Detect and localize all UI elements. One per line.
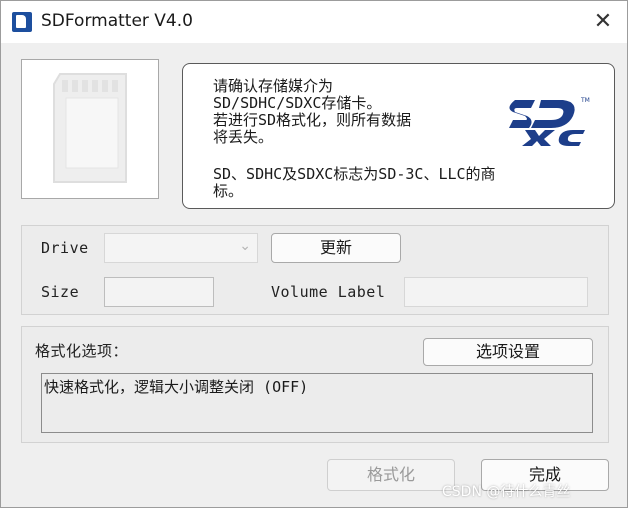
- refresh-button[interactable]: 更新: [271, 233, 401, 263]
- warning-text: 请确认存储媒介为 SD/SDHC/SDXC存储卡。 若进行SD格式化，则所有数据…: [213, 77, 412, 146]
- svg-text:TM: TM: [580, 97, 590, 104]
- sd-card-app-icon: [12, 12, 32, 32]
- trademark-text: SD、SDHC及SDXC标志为SD-3C、LLC的商 标。: [213, 165, 496, 200]
- window-title: SDFormatter V4.0: [41, 11, 193, 31]
- format-options-heading: 格式化选项：: [35, 342, 129, 360]
- close-icon[interactable]: ✕: [581, 5, 625, 39]
- format-options-summary: 快速格式化，逻辑大小调整关闭 (OFF): [41, 373, 593, 433]
- sdformatter-window: SDFormatter V4.0 ✕ 请确认存储媒介为 SD/SDHC/SDXC…: [0, 0, 628, 508]
- format-options-summary-text: 快速格式化，逻辑大小调整关闭 (OFF): [44, 378, 309, 396]
- volume-label-field: [404, 277, 588, 307]
- sd-card-image: [21, 59, 159, 199]
- title-bar: SDFormatter V4.0 ✕: [1, 1, 627, 43]
- csdn-watermark: CSDN @待什么青丝: [442, 484, 571, 500]
- size-label: Size: [41, 283, 80, 301]
- option-settings-button[interactable]: 选项设置: [423, 338, 593, 366]
- size-field: [104, 277, 214, 307]
- format-button[interactable]: 格式化: [327, 459, 455, 491]
- drive-label: Drive: [41, 239, 89, 257]
- sd-card-illustration: [53, 73, 127, 183]
- volume-label-label: Volume Label: [271, 283, 386, 301]
- chevron-down-icon: ⌄: [239, 238, 251, 254]
- info-panel: 请确认存储媒介为 SD/SDHC/SDXC存储卡。 若进行SD格式化，则所有数据…: [182, 63, 615, 209]
- drive-dropdown[interactable]: ⌄: [104, 233, 258, 263]
- sdxc-logo-icon: TM: [509, 97, 590, 146]
